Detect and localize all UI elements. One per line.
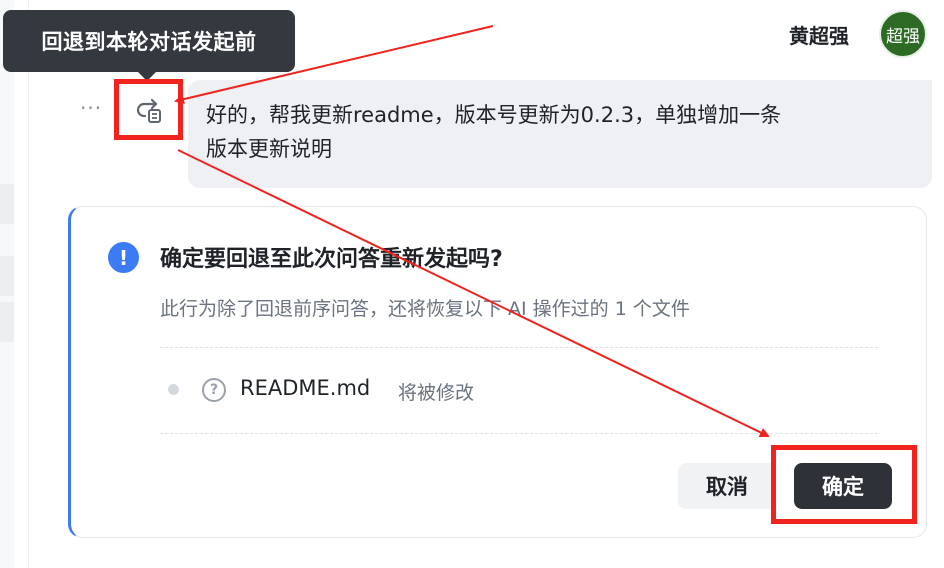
arrow-to-rollback [174,25,494,105]
arrow-to-confirm [177,149,770,438]
annotation-arrows [174,25,770,438]
page: 回退到本轮对话发起前 黄超强 超强 ··· 好的，帮我更新readme，版本号更… [0,0,944,568]
